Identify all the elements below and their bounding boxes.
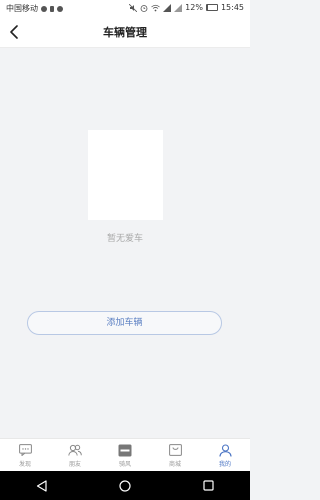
message-icon (41, 5, 47, 12)
battery-percent: 12% (185, 3, 203, 12)
alarm-icon (140, 4, 148, 12)
nav-back-button[interactable] (32, 476, 52, 496)
notification-icon (50, 5, 54, 12)
empty-placeholder-image (88, 130, 163, 220)
tab-label: 商城 (168, 461, 181, 468)
tab-shop[interactable]: 商城 (150, 439, 200, 472)
mute-icon (129, 3, 138, 12)
bottom-tab-bar: 发现 朋友 骑风 商城 我的 (0, 438, 250, 472)
tab-label: 我的 (218, 461, 231, 468)
page-title: 车辆管理 (103, 26, 147, 39)
nav-recents-button[interactable] (198, 476, 218, 496)
triangle-back-icon (37, 479, 47, 492)
tab-discover[interactable]: 发现 (0, 439, 50, 472)
status-right: 12% 15:45 (129, 3, 244, 12)
nav-home-button[interactable] (115, 476, 135, 496)
tab-label: 骑风 (118, 461, 131, 468)
carrier-label: 中国移动 (6, 4, 38, 13)
square-recents-icon (203, 480, 214, 491)
signal-icon-2 (174, 3, 183, 12)
status-bar: 中国移动 12% 15:45 (0, 0, 250, 17)
profile-icon (218, 443, 232, 457)
wifi-icon (151, 4, 160, 11)
empty-message: 暂无爱车 (106, 234, 143, 244)
friends-icon (68, 443, 82, 457)
chat-icon (18, 443, 32, 457)
tab-label: 发现 (18, 461, 31, 468)
ride-icon (118, 443, 132, 457)
signal-icon (163, 3, 172, 12)
tab-friends[interactable]: 朋友 (50, 439, 100, 472)
status-left: 中国移动 (6, 3, 63, 14)
battery-icon (205, 4, 218, 11)
tab-ride[interactable]: 骑风 (100, 439, 150, 472)
circle-home-icon (119, 479, 131, 492)
app-header: 车辆管理 (0, 17, 250, 48)
tab-mine[interactable]: 我的 (200, 439, 250, 472)
shop-icon (168, 443, 182, 457)
vehicle-management-screen: 中国移动 12% 15:45 车辆管理 暂无爱车 添加车辆 发现 朋友 骑风 商… (0, 0, 250, 500)
wechat-icon (57, 5, 63, 12)
clock: 15:45 (220, 3, 244, 12)
tab-label: 朋友 (68, 461, 81, 468)
add-vehicle-button[interactable]: 添加车辆 (27, 311, 222, 335)
system-navigation-bar (0, 471, 250, 500)
